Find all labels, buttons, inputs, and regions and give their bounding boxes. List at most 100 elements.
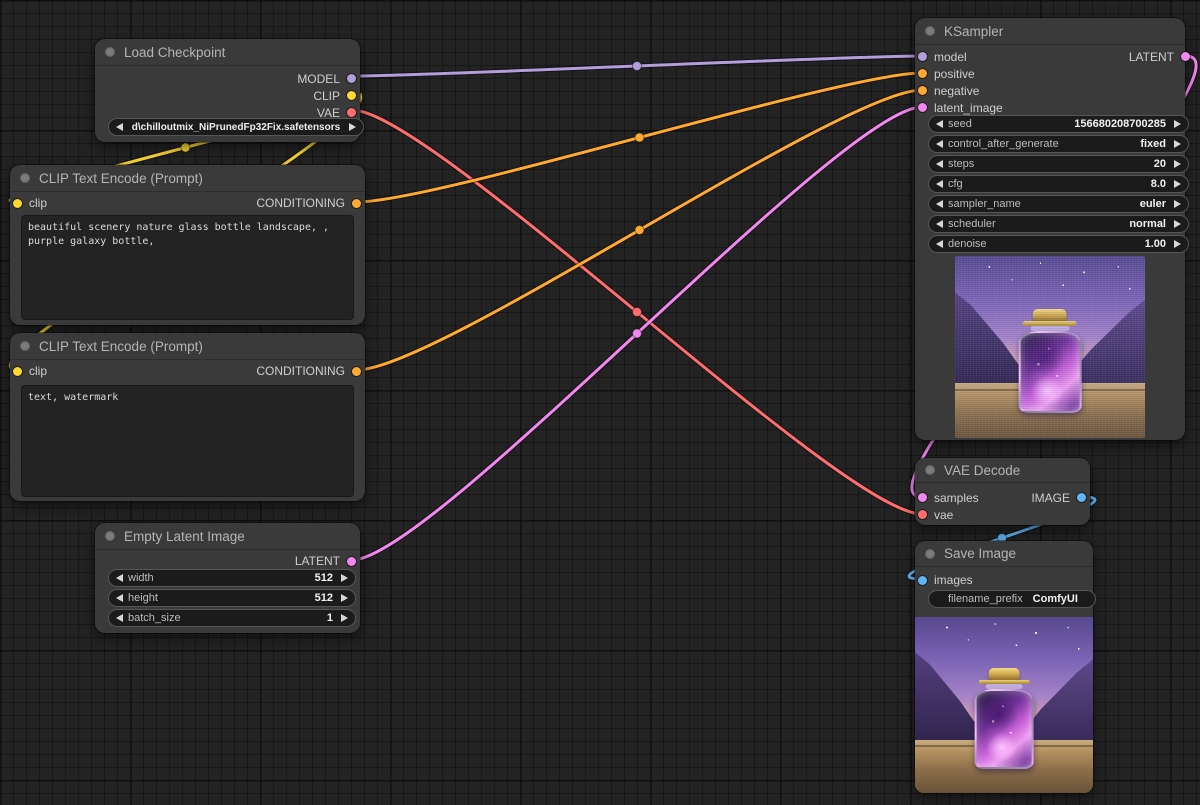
cfg-widget[interactable]: cfg 8.0 (928, 175, 1189, 193)
node-ksampler[interactable]: KSampler model LATENT positive (915, 18, 1185, 440)
link-midpoint-dot[interactable] (633, 329, 642, 338)
node-load-checkpoint[interactable]: Load Checkpoint MODEL CLIP VAE (95, 39, 360, 142)
seed-widget[interactable]: seed 156680208700285 (928, 115, 1189, 133)
stepper-left-icon[interactable] (116, 614, 123, 622)
conditioning-port-icon[interactable] (352, 199, 361, 208)
node-header[interactable]: KSampler (915, 18, 1185, 45)
node-empty-latent-image[interactable]: Empty Latent Image LATENT width 512 heig… (95, 523, 360, 633)
stepper-left-icon[interactable] (116, 594, 123, 602)
batch-size-widget[interactable]: batch_size 1 (108, 609, 356, 627)
collapse-dot-icon[interactable] (105, 47, 115, 57)
stepper-right-icon[interactable] (1174, 220, 1181, 228)
stepper-left-icon[interactable] (936, 200, 943, 208)
ckpt-name-widget[interactable]: d\chilloutmix_NiPrunedFp32Fix.safetensor… (108, 118, 364, 136)
node-title: Empty Latent Image (124, 529, 245, 544)
stepper-right-icon[interactable] (1174, 200, 1181, 208)
slot-label: negative (934, 84, 979, 98)
node-clip-text-encode-negative[interactable]: CLIP Text Encode (Prompt) clip CONDITION… (10, 333, 365, 501)
slot-label: images (934, 573, 973, 587)
stepper-right-icon[interactable] (341, 594, 348, 602)
stepper-left-icon[interactable] (936, 140, 943, 148)
filename-prefix-widget[interactable]: filename_prefix ComfyUI (928, 590, 1096, 608)
node-header[interactable]: VAE Decode (915, 458, 1090, 483)
prompt-textarea[interactable]: beautiful scenery nature glass bottle la… (21, 215, 354, 320)
link-midpoint-dot[interactable] (633, 62, 642, 71)
node-title: CLIP Text Encode (Prompt) (39, 171, 203, 186)
stepper-left-icon[interactable] (936, 120, 943, 128)
latent-port-icon[interactable] (918, 493, 927, 502)
collapse-dot-icon[interactable] (925, 549, 935, 559)
stepper-right-icon[interactable] (1174, 160, 1181, 168)
control-after-generate-widget[interactable]: control_after_generate fixed (928, 135, 1189, 153)
stepper-right-icon[interactable] (1174, 120, 1181, 128)
node-title: VAE Decode (944, 463, 1020, 478)
vae-port-icon[interactable] (347, 108, 356, 117)
clip-port-icon[interactable] (347, 91, 356, 100)
model-port-icon[interactable] (347, 74, 356, 83)
node-vae-decode[interactable]: VAE Decode samples IMAGE vae (915, 458, 1090, 525)
image-port-icon[interactable] (918, 576, 927, 585)
prompt-textarea[interactable]: text, watermark (21, 385, 354, 497)
latent-port-icon[interactable] (1181, 52, 1190, 61)
vae-port-icon[interactable] (918, 510, 927, 519)
collapse-dot-icon[interactable] (105, 531, 115, 541)
link-midpoint-dot[interactable] (633, 308, 642, 317)
denoise-widget[interactable]: denoise 1.00 (928, 235, 1189, 253)
stepper-left-icon[interactable] (936, 240, 943, 248)
image-port-icon[interactable] (1077, 493, 1086, 502)
node-header[interactable]: CLIP Text Encode (Prompt) (10, 165, 365, 192)
slot-row: clip CONDITIONING (10, 362, 365, 380)
input-slot-samples: samples (915, 491, 979, 505)
slot-label: model (934, 50, 967, 64)
latent-port-icon[interactable] (918, 103, 927, 112)
stepper-right-icon[interactable] (341, 614, 348, 622)
collapse-dot-icon[interactable] (925, 465, 935, 475)
slot-row: samples IMAGE (915, 489, 1090, 506)
conditioning-port-icon[interactable] (918, 86, 927, 95)
link-midpoint-dot[interactable] (635, 226, 644, 235)
stepper-right-icon[interactable] (1174, 180, 1181, 188)
width-widget[interactable]: width 512 (108, 569, 356, 587)
node-header[interactable]: Empty Latent Image (95, 523, 360, 550)
stepper-left-icon[interactable] (116, 123, 123, 131)
link-midpoint-dot[interactable] (635, 133, 644, 142)
node-header[interactable]: CLIP Text Encode (Prompt) (10, 333, 365, 360)
clip-port-icon[interactable] (13, 199, 22, 208)
node-header[interactable]: Save Image (915, 541, 1093, 567)
stepper-left-icon[interactable] (936, 220, 943, 228)
stepper-right-icon[interactable] (349, 123, 356, 131)
link-midpoint-dot[interactable] (181, 143, 190, 152)
saved-image-preview (915, 617, 1093, 793)
stepper-left-icon[interactable] (116, 574, 123, 582)
clip-port-icon[interactable] (13, 367, 22, 376)
stepper-left-icon[interactable] (936, 160, 943, 168)
collapse-dot-icon[interactable] (20, 173, 30, 183)
conditioning-port-icon[interactable] (918, 69, 927, 78)
model-port-icon[interactable] (918, 52, 927, 61)
node-graph-canvas[interactable]: Load Checkpoint MODEL CLIP VAE (0, 0, 1200, 805)
output-slot-conditioning: CONDITIONING (256, 196, 365, 210)
latent-port-icon[interactable] (347, 557, 356, 566)
input-slot-vae: vae (915, 506, 1090, 523)
collapse-dot-icon[interactable] (925, 26, 935, 36)
slot-label: vae (934, 508, 953, 522)
node-title: Save Image (944, 546, 1016, 561)
steps-widget[interactable]: steps 20 (928, 155, 1189, 173)
node-header[interactable]: Load Checkpoint (95, 39, 360, 66)
scheduler-widget[interactable]: scheduler normal (928, 215, 1189, 233)
stepper-right-icon[interactable] (1174, 240, 1181, 248)
sampler-name-widget[interactable]: sampler_name euler (928, 195, 1189, 213)
slot-label: clip (29, 196, 47, 210)
slot-label: latent_image (934, 101, 1003, 115)
node-save-image[interactable]: Save Image images filename_prefix ComfyU… (915, 541, 1093, 793)
stepper-left-icon[interactable] (936, 180, 943, 188)
output-slot-latent: LATENT (1129, 50, 1185, 64)
height-widget[interactable]: height 512 (108, 589, 356, 607)
stepper-right-icon[interactable] (1174, 140, 1181, 148)
output-slot-conditioning: CONDITIONING (256, 364, 365, 378)
conditioning-port-icon[interactable] (352, 367, 361, 376)
sampling-noise-overlay (955, 256, 1145, 438)
stepper-right-icon[interactable] (341, 574, 348, 582)
node-clip-text-encode-positive[interactable]: CLIP Text Encode (Prompt) clip CONDITION… (10, 165, 365, 325)
collapse-dot-icon[interactable] (20, 341, 30, 351)
